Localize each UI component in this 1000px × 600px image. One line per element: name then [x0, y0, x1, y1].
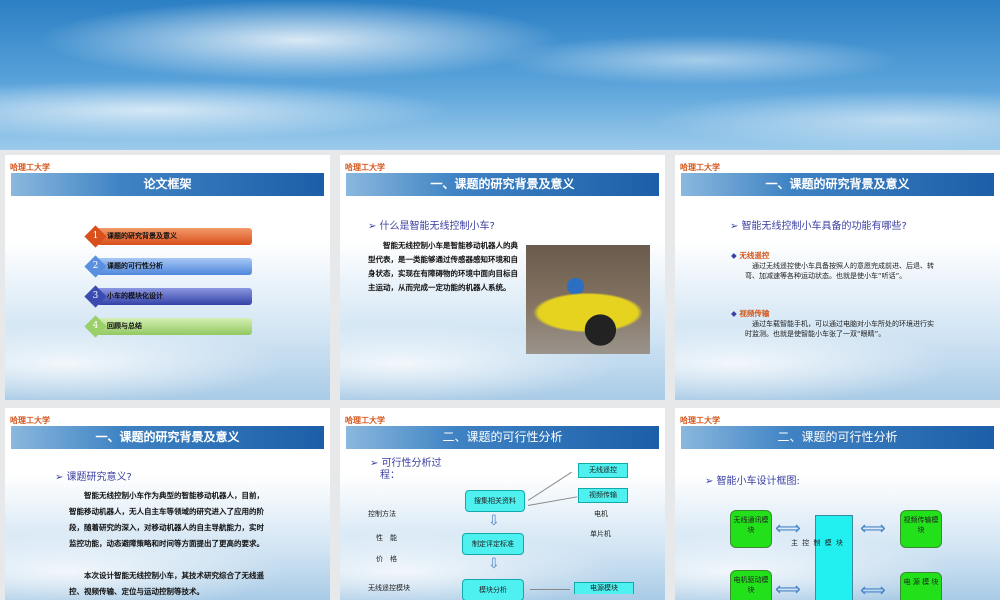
component-label: 电机: [594, 510, 608, 518]
outline-item-4: 回顾与总结 4: [84, 315, 252, 338]
slide-title: 一、课题的研究背景及意义: [681, 173, 994, 196]
slide-thumbnail-2[interactable]: 哈理工大学 一、课题的研究背景及意义 ➢ 什么是智能无线控制小车? 智能无线控制…: [340, 155, 665, 400]
slide-question: ➢ 智能无线控制小车具备的功能有哪些?: [730, 221, 907, 232]
module-power: 电 源 模 块: [900, 572, 942, 600]
slide-paragraph: 本次设计智能无线控制小车，其技术研究综合了无线遥控、视频传输、定位与运动控制等技…: [69, 571, 264, 596]
down-arrow-icon: ⇩: [488, 556, 500, 572]
university-label: 哈理工大学: [345, 163, 385, 172]
slide-title: 论文框架: [11, 173, 324, 196]
slide-thumbnail-3[interactable]: 哈理工大学 一、课题的研究背景及意义 ➢ 智能无线控制小车具备的功能有哪些? 无…: [675, 155, 1000, 400]
double-arrow-icon: ⟺: [775, 518, 801, 539]
option-video-transmission: 视频传输: [578, 488, 628, 503]
main-control-module: [815, 515, 853, 600]
slide-question: ➢ 可行性分析过 程：: [370, 458, 442, 481]
slide-title: 一、课题的研究背景及意义: [11, 426, 324, 449]
slide-title: 二、课题的可行性分析: [346, 426, 659, 449]
outline-item-1: 课题的研究背景及意义 1: [84, 225, 252, 248]
slide-question: ➢ 什么是智能无线控制小车?: [368, 221, 495, 232]
robot-car-photo: [526, 245, 650, 354]
university-label: 哈理工大学: [345, 416, 385, 425]
double-arrow-icon: ⟺: [860, 518, 886, 539]
flow-step-standards: 制定评定标准: [462, 533, 524, 555]
criterion-label: 控制方法: [368, 510, 396, 518]
option-wireless-remote: 无线遥控: [578, 463, 628, 478]
slide-title: 一、课题的研究背景及意义: [346, 173, 659, 196]
module-video-transmission: 视频传输模块: [900, 510, 942, 548]
bullet-text: 通过无线遥控使小车具备按照人的意愿完成前进、后退、转弯、加减速等各种运动状态。也…: [745, 262, 934, 280]
bullet-heading: 视频传输: [731, 308, 769, 319]
university-label: 哈理工大学: [680, 163, 720, 172]
outline-item-3: 小车的模块化设计 3: [84, 285, 252, 308]
slide-question: ➢ 智能小车设计框图:: [705, 476, 800, 487]
connector-line: [527, 471, 572, 501]
component-label: 单片机: [590, 530, 611, 538]
double-arrow-icon: ⟺: [860, 580, 886, 600]
slide-paragraph: 智能无线控制小车作为典型的智能移动机器人，目前，智能移动机器人，无人自主车等领域…: [69, 491, 264, 548]
university-label: 哈理工大学: [10, 163, 50, 172]
flow-step-collect: 搜集相关资料: [465, 490, 525, 512]
bullet-heading: 无线遥控: [731, 250, 769, 261]
option-power-module: 电源模块: [574, 582, 634, 594]
sky-banner: [0, 0, 1000, 150]
main-control-label: 主 控 制 模 块: [791, 539, 844, 547]
slide-thumbnail-5[interactable]: 哈理工大学 二、课题的可行性分析 ➢ 可行性分析过 程： 控制方法 性 能 价 …: [340, 408, 665, 600]
slide-thumbnail-4[interactable]: 哈理工大学 一、课题的研究背景及意义 ➢ 课题研究意义? 智能无线控制小车作为典…: [5, 408, 330, 600]
slide-paragraph: 智能无线控制小车是智能移动机器人的典型代表，是一类能够通过传感器感知环境和自身状…: [368, 241, 518, 292]
slide-question: ➢ 课题研究意义?: [55, 472, 132, 483]
flow-step-module-analysis: 模块分析: [462, 579, 524, 600]
criterion-label: 性 能: [376, 534, 397, 542]
outline-item-2: 课题的可行性分析 2: [84, 255, 252, 278]
module-motor-drive: 电机驱动模块: [730, 570, 772, 600]
bullet-text: 通过车载智能手机，可以通过电脑对小车所处的环境进行实时监测。也就是使智能小车张了…: [745, 320, 934, 338]
criterion-label: 价 格: [376, 555, 397, 563]
connector-line: [530, 589, 570, 590]
university-label: 哈理工大学: [10, 416, 50, 425]
down-arrow-icon: ⇩: [488, 513, 500, 529]
slide-title: 二、课题的可行性分析: [681, 426, 994, 449]
criterion-label: 无线遥控模块: [368, 584, 410, 592]
module-wireless-comm: 无线通讯模块: [730, 510, 772, 548]
double-arrow-icon: ⟺: [775, 579, 801, 600]
slide-thumbnail-1[interactable]: 哈理工大学 论文框架 课题的研究背景及意义 1 课题的可行性分析 2 小车的模块化设…: [5, 155, 330, 400]
university-label: 哈理工大学: [680, 416, 720, 425]
slide-thumbnail-6[interactable]: 哈理工大学 二、课题的可行性分析 ➢ 智能小车设计框图: 无线通讯模块 视频传输…: [675, 408, 1000, 600]
connector-line: [527, 496, 578, 506]
